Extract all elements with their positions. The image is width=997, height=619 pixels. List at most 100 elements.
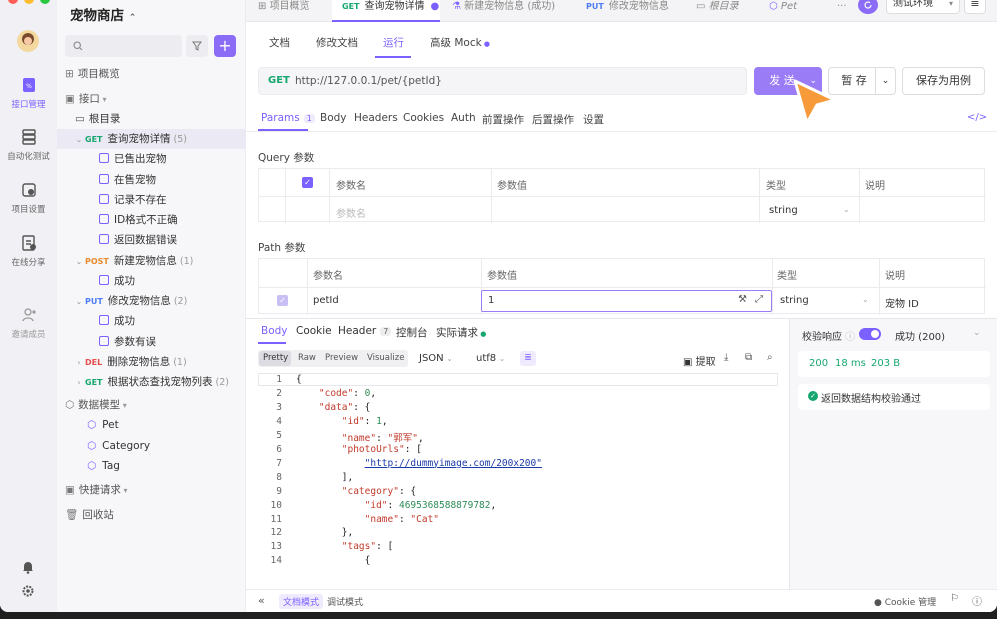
subtab-mock[interactable]: 高级 Mock ● [430, 35, 490, 50]
chevron-down-icon[interactable]: ⌄ [875, 68, 895, 94]
search-input[interactable] [65, 35, 182, 57]
api-item[interactable]: › GET 根据状态查找宠物列表 (2) [57, 372, 246, 392]
api-item[interactable]: ⌄ PUT 修改宠物信息 (2) [57, 291, 246, 311]
validate-toggle[interactable] [859, 328, 881, 340]
case-item[interactable]: 记录不存在 [99, 190, 246, 210]
doc-mode-button[interactable]: 文档模式 [279, 594, 324, 609]
api-item[interactable]: ⌄ POST 新建宠物信息 (1) [57, 251, 246, 271]
tab-root[interactable]: ▭ 根目录 [696, 0, 756, 22]
schema-pet[interactable]: ⬡ Pet [87, 415, 276, 435]
chevron-right-icon[interactable]: › [73, 353, 85, 373]
schema-category[interactable]: ⬡ Category [87, 436, 276, 456]
bell-icon[interactable] [21, 560, 35, 574]
query-type-select[interactable]: string ⌄ [769, 205, 850, 216]
sidebar-overview[interactable]: ⊞ 项目概览 [65, 64, 254, 84]
path-value-input[interactable]: 1 ⚒ ⤢ [481, 290, 772, 312]
sidebar-quick-requests[interactable]: ▣ 快捷请求 ▾ [65, 480, 254, 500]
case-item[interactable]: 返回数据错误 [99, 230, 246, 250]
download-icon[interactable]: ⤓ [724, 352, 728, 363]
tab-settings[interactable]: 设置 [583, 112, 604, 127]
tab-headers[interactable]: Headers [354, 112, 398, 124]
rail-item-automation[interactable]: 自动化测试 [0, 128, 57, 162]
select-all-checkbox[interactable]: ✓ [302, 177, 313, 188]
magic-wand-icon[interactable]: ⚒ [738, 294, 747, 305]
search-icon[interactable]: ⌕ [767, 352, 773, 363]
filter-button[interactable] [186, 35, 208, 57]
url-input[interactable]: GET http://127.0.0.1/pet/{petId} [258, 67, 747, 95]
resp-tab-cookie[interactable]: Cookie [296, 325, 332, 337]
validate-result-select[interactable]: 成功 (200) [895, 328, 945, 343]
sidebar-trash[interactable]: 🗑 回收站 [65, 505, 254, 525]
add-button[interactable]: + [214, 35, 236, 57]
environment-select[interactable]: 测试环境 ▾ [886, 0, 960, 14]
tab-new-pet[interactable]: ⚗ 新建宠物信息 (成功) [450, 0, 572, 22]
refresh-button[interactable] [858, 0, 878, 14]
view-pretty[interactable]: Pretty [263, 353, 288, 363]
chevron-down-icon[interactable]: ⌄ [73, 130, 85, 150]
project-title[interactable]: 宠物商店 ⌃ [70, 4, 136, 24]
tab-pre-ops[interactable]: 前置操作 [482, 112, 524, 127]
case-item[interactable]: ID格式不正确 [99, 210, 246, 230]
resp-tab-actual-request[interactable]: 实际请求 ● [436, 325, 486, 340]
path-type-select[interactable]: string ⌄ [780, 295, 869, 306]
extract-button[interactable]: ▣ 提取 [683, 353, 716, 368]
chevron-down-icon[interactable]: ⌄ [973, 328, 981, 338]
tab-overview[interactable]: ⊞ 项目概览 [246, 0, 326, 22]
case-item[interactable]: 参数有误 [99, 332, 246, 352]
code-view-icon[interactable]: </> [967, 112, 987, 123]
menu-button[interactable]: ≡ [964, 0, 986, 14]
close-window-button[interactable] [8, 0, 18, 4]
subtab-doc[interactable]: 文档 [269, 35, 290, 50]
tab-pet[interactable]: ⬡ Pet [769, 0, 809, 22]
tab-post-ops[interactable]: 后置操作 [532, 112, 574, 127]
tab-get-pet[interactable]: GET 查询宠物详情 ● [332, 0, 440, 22]
cookie-manager-button[interactable]: ● Cookie 管理 [874, 595, 936, 608]
chevron-right-icon[interactable]: › [73, 373, 85, 393]
query-name-input[interactable]: 参数名 [336, 205, 366, 220]
sidebar-api-section[interactable]: ▣ 接口 ▾ [65, 89, 254, 109]
tab-put-pet[interactable]: PUT 修改宠物信息 [586, 0, 686, 22]
schema-tag[interactable]: ⬡ Tag [87, 456, 276, 476]
maximize-window-button[interactable] [40, 0, 50, 4]
avatar[interactable] [17, 30, 39, 52]
case-item[interactable]: 成功 [99, 311, 246, 331]
tab-auth[interactable]: Auth [451, 112, 476, 124]
tab-cookies[interactable]: Cookies [403, 112, 444, 124]
gear-icon[interactable] [21, 584, 35, 598]
rail-item-api[interactable]: % 接口管理 [0, 76, 57, 110]
case-item[interactable]: 成功 [99, 271, 246, 291]
view-visualize[interactable]: Visualize [367, 353, 404, 363]
sidebar-root-folder[interactable]: ▭ 根目录 [75, 109, 264, 129]
copy-icon[interactable]: ⧉ [745, 352, 752, 363]
view-raw[interactable]: Raw [298, 353, 316, 363]
tab-body[interactable]: Body [320, 112, 347, 124]
subtab-edit-doc[interactable]: 修改文档 [316, 35, 358, 50]
resp-tab-console[interactable]: 控制台 [396, 325, 428, 340]
api-item[interactable]: › DEL 删除宠物信息 (1) [57, 352, 246, 372]
resp-tab-body[interactable]: Body [261, 325, 288, 337]
rail-item-share[interactable]: 在线分享 [0, 234, 57, 268]
sidebar-schemas[interactable]: ⬡ 数据模型 ▾ [65, 395, 254, 415]
chevron-down-icon[interactable]: ⌄ [73, 252, 85, 272]
minimize-window-button[interactable] [24, 0, 34, 4]
subtab-run[interactable]: 运行 [383, 35, 404, 50]
api-item[interactable]: ⌄ GET 查询宠物详情 (5) [57, 129, 246, 149]
shirt-icon[interactable]: ⚐ [950, 593, 959, 604]
chevron-down-icon[interactable]: ⌄ [73, 292, 85, 312]
rail-item-settings[interactable]: 项目设置 [0, 181, 57, 215]
format-select[interactable]: JSON ⌄ [419, 353, 453, 364]
case-item[interactable]: 已售出宠物 [99, 149, 246, 169]
collapse-sidebar-icon[interactable]: « [258, 594, 265, 607]
expand-icon[interactable]: ⤢ [755, 294, 763, 305]
debug-mode-button[interactable]: 调试模式 [327, 595, 363, 608]
rail-item-invite[interactable]: 邀请成员 [0, 306, 57, 340]
more-tabs-button[interactable]: ··· [837, 0, 851, 22]
help-icon[interactable]: ⓘ [972, 593, 982, 608]
save-case-button[interactable]: 保存为用例 [902, 67, 985, 95]
path-row-checkbox[interactable]: ✓ [277, 295, 288, 306]
case-item[interactable]: 在售宠物 [99, 170, 246, 190]
wrap-icon[interactable]: ≣ [520, 351, 536, 366]
encoding-select[interactable]: utf8 ⌄ [476, 353, 505, 364]
tab-params[interactable]: Params 1 [261, 112, 315, 124]
resp-tab-header[interactable]: Header 7 [338, 325, 392, 337]
